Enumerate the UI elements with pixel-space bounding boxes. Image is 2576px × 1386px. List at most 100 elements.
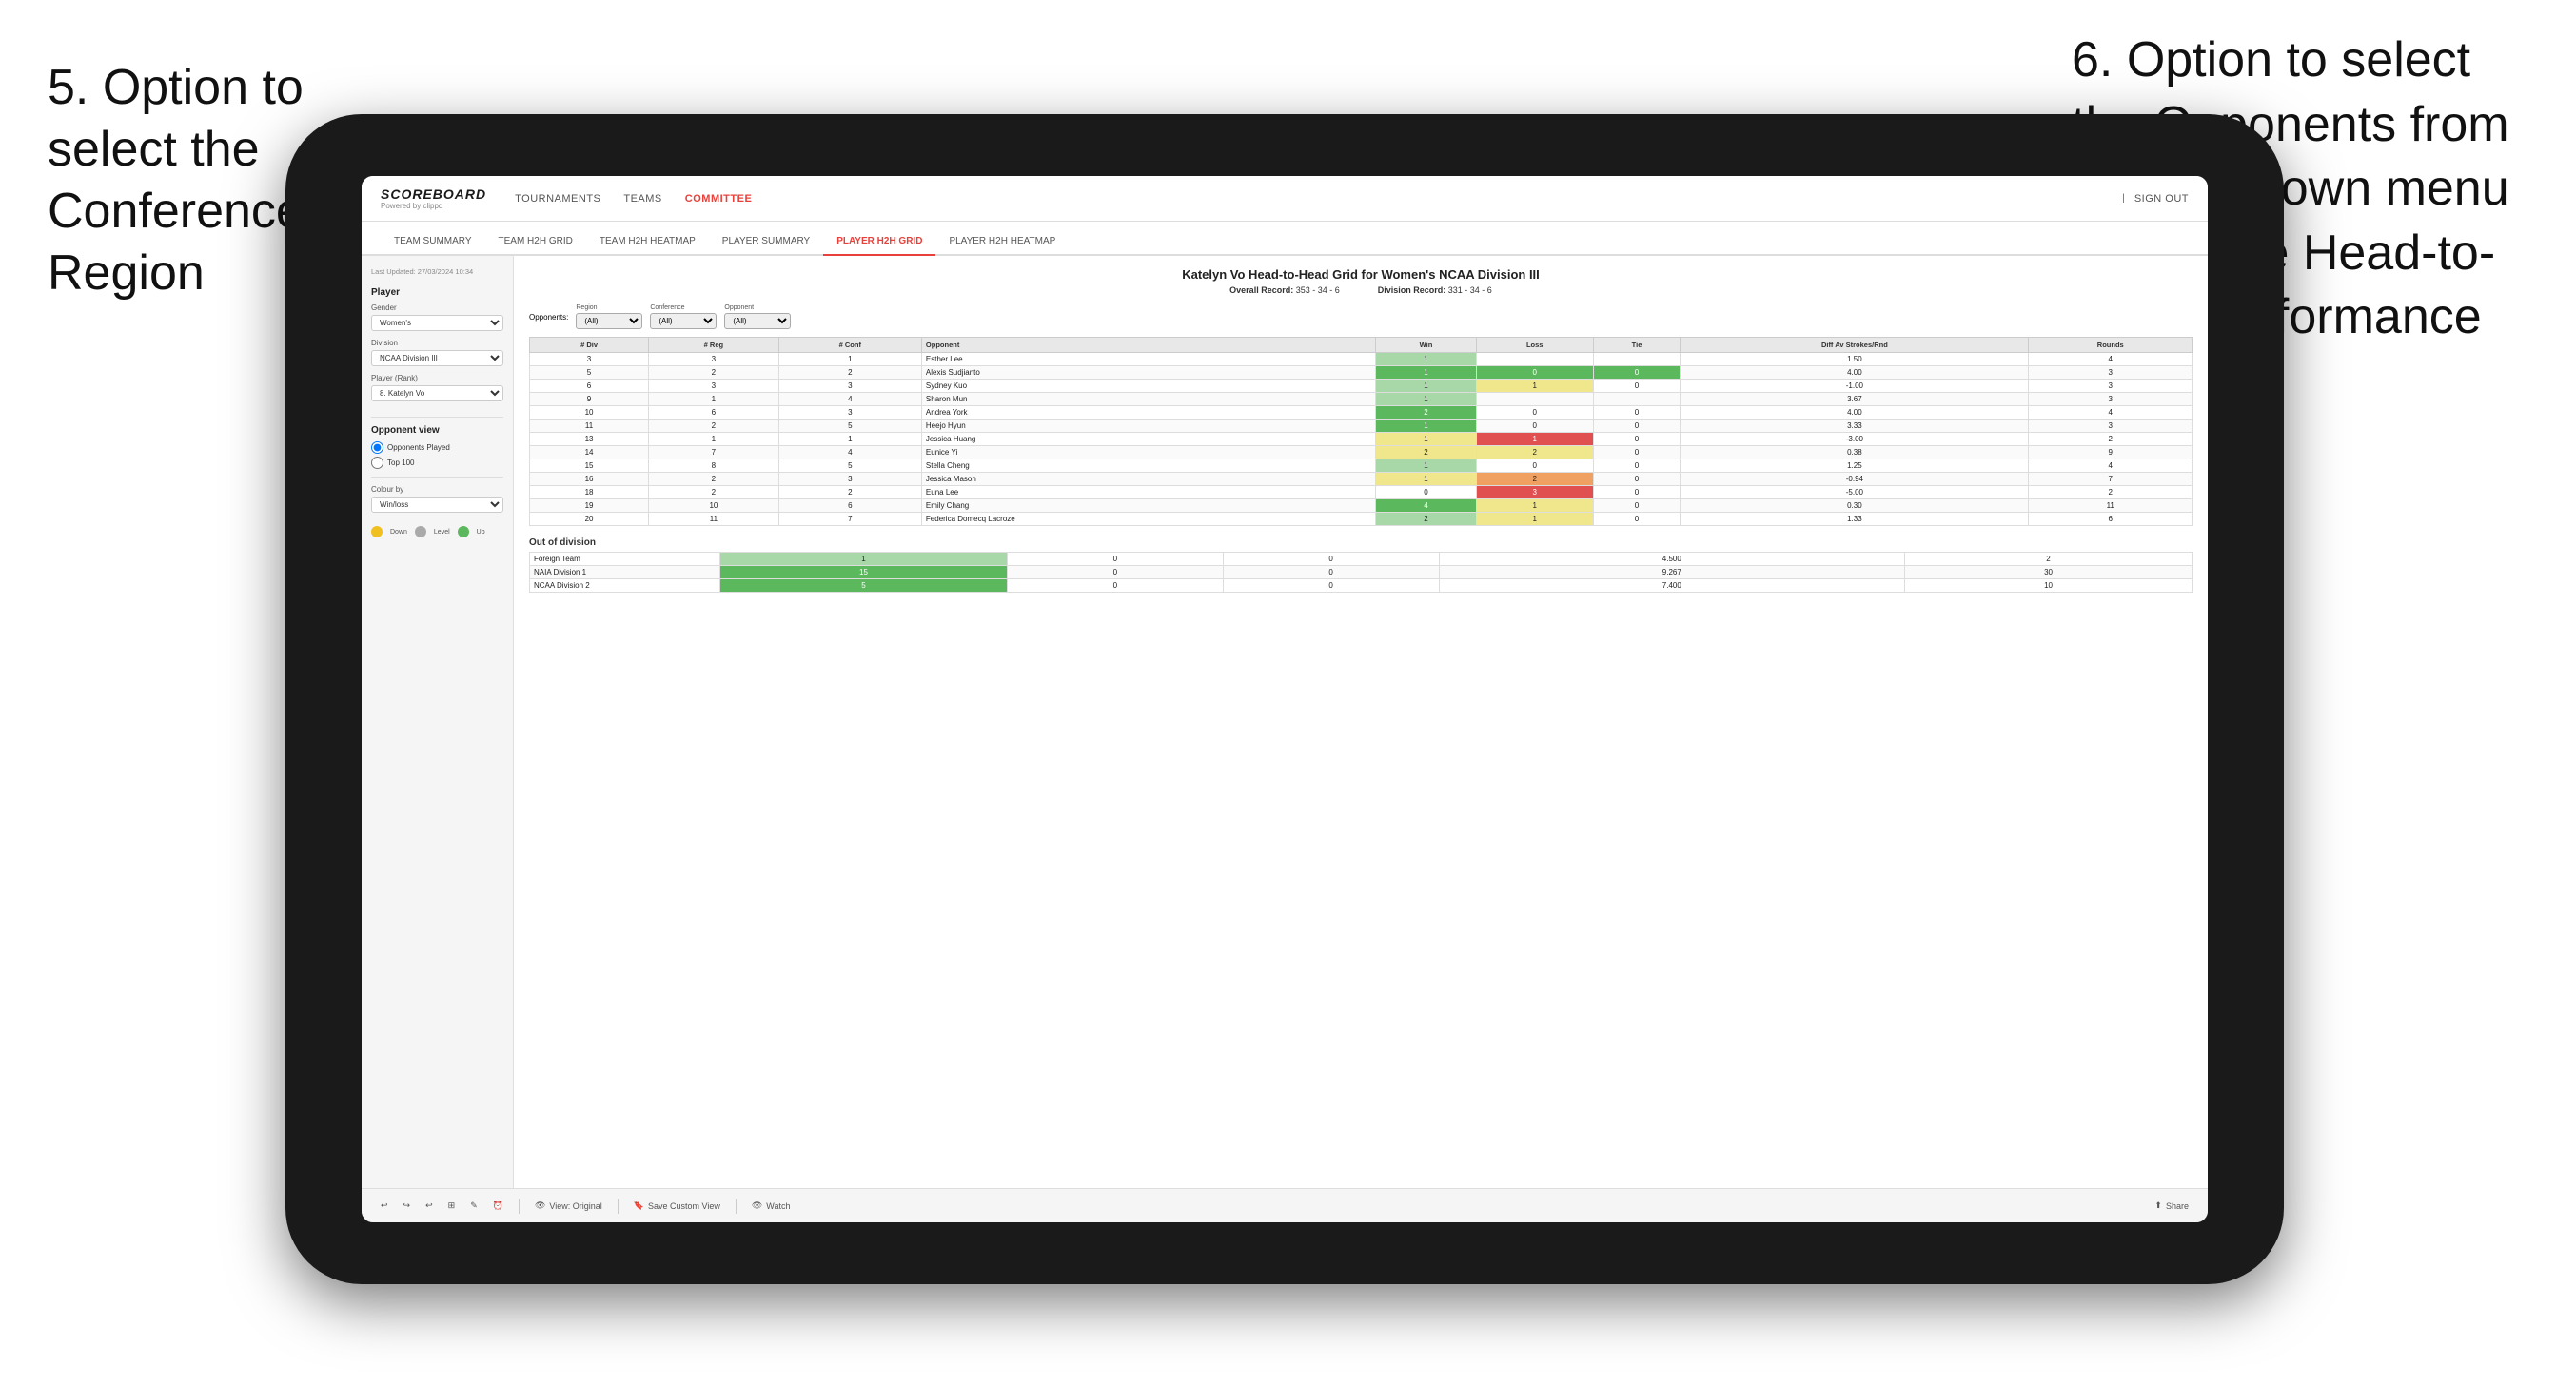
region-filter-group: Region (All) (576, 304, 642, 329)
crop-btn[interactable]: ⊞ (448, 1201, 456, 1211)
table-row: 16 2 3 Jessica Mason 1 2 0 -0.94 7 (530, 473, 2193, 486)
view-original-btn[interactable]: 👁 View: Original (535, 1201, 602, 1211)
col-opponent: Opponent (921, 338, 1375, 353)
gender-select[interactable]: Women's (371, 315, 503, 331)
watch-btn[interactable]: 👁 Watch (752, 1201, 791, 1211)
table-row: 9 1 4 Sharon Mun 1 3.67 3 (530, 393, 2193, 406)
top-nav: SCOREBOARD Powered by clippd TOURNAMENTS… (362, 176, 2208, 222)
nav-divider-icon: | (2122, 193, 2125, 204)
bookmark-icon: 🔖 (634, 1201, 644, 1211)
share-btn[interactable]: ⬆ Share (2154, 1201, 2189, 1211)
dot-up-label: Up (477, 529, 485, 536)
watch-icon: 👁 (752, 1201, 762, 1211)
subnav-team-h2h-heatmap[interactable]: TEAM H2H HEATMAP (586, 228, 709, 256)
dot-level-label: Level (434, 529, 450, 536)
subnav-team-h2h-grid[interactable]: TEAM H2H GRID (485, 228, 586, 256)
main-panel: Katelyn Vo Head-to-Head Grid for Women's… (514, 256, 2208, 1188)
opponents-filter-label: Opponents: (529, 313, 568, 322)
toolbar-divider-3 (736, 1199, 737, 1214)
overall-record-label: Overall Record: 353 - 34 - 6 (1229, 285, 1340, 295)
opponent-view-radio-group: Opponents Played Top 100 (371, 441, 503, 469)
last-updated: Last Updated: 27/03/2024 10:34 (371, 267, 503, 276)
h2h-table: # Div # Reg # Conf Opponent Win Loss Tie… (529, 337, 2193, 526)
opponent-label: Opponent (724, 304, 791, 311)
table-row: 3 3 1 Esther Lee 1 1.50 4 (530, 353, 2193, 366)
player-rank-label: Player (Rank) (371, 374, 503, 382)
nav-tournaments[interactable]: TOURNAMENTS (515, 189, 600, 208)
tablet-screen: SCOREBOARD Powered by clippd TOURNAMENTS… (362, 176, 2208, 1222)
grid-title: Katelyn Vo Head-to-Head Grid for Women's… (529, 267, 2193, 282)
col-div: # Div (530, 338, 649, 353)
opponent-filter-group: Opponent (All) (724, 304, 791, 329)
logo-area: SCOREBOARD Powered by clippd (381, 186, 486, 210)
save-custom-btn[interactable]: 🔖 Save Custom View (634, 1201, 720, 1211)
toolbar-divider-2 (618, 1199, 619, 1214)
col-loss: Loss (1476, 338, 1593, 353)
records-row: Overall Record: 353 - 34 - 6 Division Re… (529, 285, 2193, 295)
tablet-device: SCOREBOARD Powered by clippd TOURNAMENTS… (285, 114, 2284, 1284)
pencil-btn[interactable]: ✎ (470, 1201, 478, 1211)
colour-legend: Down Level Up (371, 526, 503, 537)
conference-filter-group: Conference (All) (650, 304, 717, 329)
dot-down-label: Down (390, 529, 407, 536)
undo2-btn[interactable]: ↪ (403, 1201, 411, 1211)
player-section-title: Player (371, 287, 503, 298)
sub-nav: TEAM SUMMARY TEAM H2H GRID TEAM H2H HEAT… (362, 222, 2208, 256)
division-select[interactable]: NCAA Division III (371, 350, 503, 366)
table-row: 5 2 2 Alexis Sudjianto 1 0 0 4.00 3 (530, 366, 2193, 380)
col-win: Win (1376, 338, 1476, 353)
dot-down (371, 526, 383, 537)
gender-label: Gender (371, 303, 503, 312)
table-row: 11 2 5 Heejo Hyun 1 0 0 3.33 3 (530, 420, 2193, 433)
eye-icon: 👁 (535, 1201, 545, 1211)
region-label: Region (576, 304, 642, 311)
colour-by-select[interactable]: Win/loss (371, 497, 503, 513)
col-reg: # Reg (649, 338, 779, 353)
logo-text: SCOREBOARD (381, 186, 486, 202)
dot-level (415, 526, 426, 537)
radio-top-100[interactable]: Top 100 (371, 457, 503, 469)
col-diff: Diff Av Strokes/Rnd (1681, 338, 2029, 353)
table-row: 10 6 3 Andrea York 2 0 0 4.00 4 (530, 406, 2193, 420)
subnav-team-summary[interactable]: TEAM SUMMARY (381, 228, 485, 256)
col-tie: Tie (1593, 338, 1680, 353)
undo-btn[interactable]: ↩ (381, 1201, 388, 1211)
subnav-player-summary[interactable]: PLAYER SUMMARY (709, 228, 823, 256)
ood-table: Foreign Team 1 0 0 4.500 2 NAIA Division… (529, 552, 2193, 593)
sign-out-link[interactable]: Sign out (2134, 189, 2189, 208)
nav-right: | Sign out (2122, 189, 2189, 208)
nav-committee[interactable]: COMMITTEE (685, 189, 753, 208)
colour-by-label: Colour by (371, 485, 503, 494)
table-row: 18 2 2 Euna Lee 0 3 0 -5.00 2 (530, 486, 2193, 499)
table-row: 6 3 3 Sydney Kuo 1 1 0 -1.00 3 (530, 380, 2193, 393)
radio-opponents-played[interactable]: Opponents Played (371, 441, 503, 454)
share-icon: ⬆ (2154, 1201, 2162, 1211)
main-content: Last Updated: 27/03/2024 10:34 Player Ge… (362, 256, 2208, 1188)
nav-teams[interactable]: TEAMS (623, 189, 661, 208)
conference-label: Conference (650, 304, 717, 311)
conference-select[interactable]: (All) (650, 313, 717, 329)
redo-btn[interactable]: ↩ (425, 1201, 433, 1211)
table-row: 14 7 4 Eunice Yi 2 2 0 0.38 9 (530, 446, 2193, 459)
col-rounds: Rounds (2029, 338, 2193, 353)
col-conf: # Conf (778, 338, 921, 353)
table-row: Foreign Team 1 0 0 4.500 2 (530, 553, 2193, 566)
opponent-select[interactable]: (All) (724, 313, 791, 329)
dot-up (458, 526, 469, 537)
subnav-player-h2h-heatmap[interactable]: PLAYER H2H HEATMAP (935, 228, 1069, 256)
table-row: NAIA Division 1 15 0 0 9.267 30 (530, 566, 2193, 579)
out-of-division-title: Out of division (529, 537, 2193, 548)
subnav-player-h2h-grid[interactable]: PLAYER H2H GRID (823, 228, 935, 256)
sidebar: Last Updated: 27/03/2024 10:34 Player Ge… (362, 256, 514, 1188)
table-row: NCAA Division 2 5 0 0 7.400 10 (530, 579, 2193, 593)
clock-btn[interactable]: ⏰ (493, 1201, 503, 1211)
table-row: 20 11 7 Federica Domecq Lacroze 2 1 0 1.… (530, 513, 2193, 526)
filter-row: Opponents: Region (All) Conference (All) (529, 304, 2193, 329)
region-select[interactable]: (All) (576, 313, 642, 329)
table-row: 19 10 6 Emily Chang 4 1 0 0.30 11 (530, 499, 2193, 513)
division-record-label: Division Record: 331 - 34 - 6 (1378, 285, 1492, 295)
opponent-view-label: Opponent view (371, 425, 503, 436)
toolbar-divider (519, 1199, 520, 1214)
table-row: 15 8 5 Stella Cheng 1 0 0 1.25 4 (530, 459, 2193, 473)
player-rank-select[interactable]: 8. Katelyn Vo (371, 385, 503, 401)
